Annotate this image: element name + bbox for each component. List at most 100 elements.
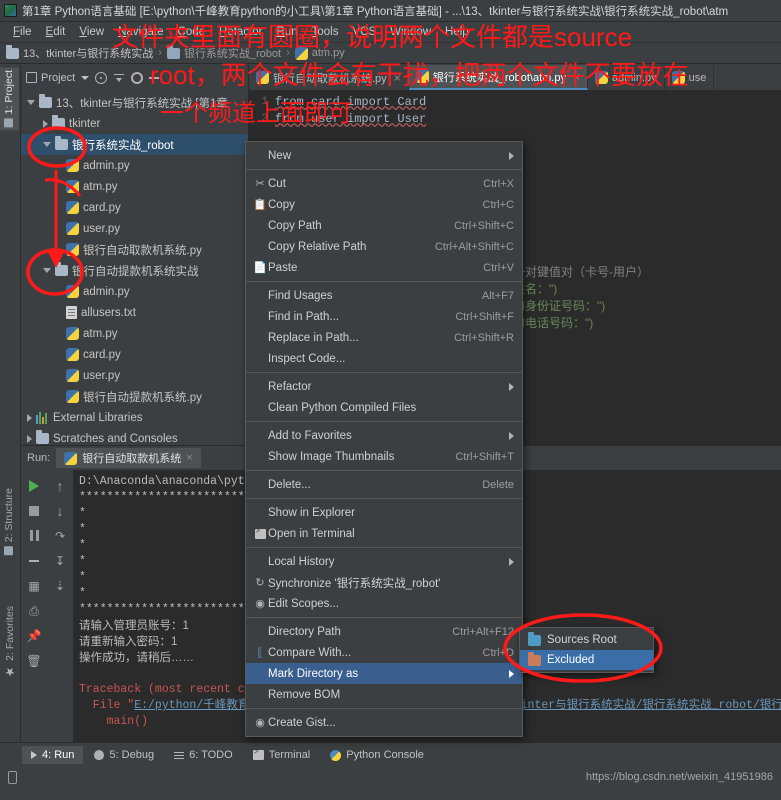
tree-node-file[interactable]: atm.py — [21, 323, 248, 344]
menu-item-create-gist[interactable]: ◉ Create Gist... — [246, 712, 522, 733]
stop-button[interactable] — [21, 498, 47, 523]
menu-item-copy[interactable]: 📋 Copy Ctrl+C — [246, 194, 522, 215]
print-button[interactable]: ⎙ — [21, 598, 47, 623]
collapse-all-icon[interactable] — [113, 72, 125, 84]
menu-item-copy-path[interactable]: Copy Path Ctrl+Shift+C — [246, 215, 522, 236]
chevron-down-icon[interactable] — [43, 142, 51, 147]
tree-node-bank-robot[interactable]: 银行系统实战_robot — [21, 134, 248, 155]
python-file-icon — [66, 243, 79, 256]
tree-node-file[interactable]: card.py — [21, 197, 248, 218]
pycharm-icon — [4, 4, 17, 17]
scope-icon: ◉ — [255, 598, 265, 610]
tree-node-bank-practice[interactable]: 银行自动提款机系统实战 — [21, 260, 248, 281]
scroll-end-button[interactable]: ↧ — [47, 548, 73, 573]
tree-node-file[interactable]: admin.py — [21, 155, 248, 176]
run-tab[interactable]: 银行自动取款机系统 × — [56, 448, 201, 468]
menu-item-local-history[interactable]: Local History — [246, 551, 522, 572]
tree-node-file[interactable]: 银行自动提款机系统.py — [21, 386, 248, 407]
pause-button[interactable] — [21, 523, 47, 548]
menu-file[interactable]: File — [6, 24, 39, 40]
status-tab-terminal[interactable]: Terminal — [244, 746, 320, 764]
menu-item-synchronize[interactable]: ↻ Synchronize '银行系统实战_robot' — [246, 572, 522, 593]
menu-separator — [246, 708, 522, 709]
menu-separator — [246, 372, 522, 373]
menu-view[interactable]: View — [72, 24, 111, 40]
menu-item-directory-path[interactable]: Directory Path Ctrl+Alt+F12 — [246, 621, 522, 642]
tree-node-file[interactable]: admin.py — [21, 281, 248, 302]
trash-button[interactable]: 🗑 — [21, 648, 47, 673]
rerun-button[interactable] — [21, 473, 47, 498]
device-icon[interactable] — [8, 771, 17, 784]
menu-separator — [246, 498, 522, 499]
target-icon[interactable] — [95, 71, 108, 84]
submenu-item-sources-root[interactable]: Sources Root — [520, 630, 653, 650]
menu-item-cut[interactable]: ✂ Cut Ctrl+X — [246, 173, 522, 194]
soft-wrap-icon: ↷ — [54, 528, 66, 543]
chevron-right-icon[interactable] — [27, 413, 32, 422]
menu-item-find-in-path[interactable]: Find in Path... Ctrl+Shift+F — [246, 306, 522, 327]
menu-item-shortcut: Alt+F7 — [481, 289, 514, 302]
dash-button[interactable] — [21, 548, 47, 573]
chevron-down-icon[interactable] — [43, 268, 51, 273]
tree-node-file[interactable]: atm.py — [21, 176, 248, 197]
menu-item-copy-relative-path[interactable]: Copy Relative Path Ctrl+Alt+Shift+C — [246, 236, 522, 257]
status-tab-python-console[interactable]: Python Console — [321, 746, 433, 764]
tree-node-external-libraries[interactable]: External Libraries — [21, 407, 248, 428]
chevron-down-icon[interactable] — [27, 100, 35, 105]
grid-button[interactable]: ▦ — [21, 573, 47, 598]
close-icon[interactable]: × — [186, 452, 192, 464]
menu-item-new[interactable]: New — [246, 145, 522, 166]
tree-node-file[interactable]: 银行自动取款机系统.py — [21, 239, 248, 260]
menu-item-mark-directory-as[interactable]: Mark Directory as — [246, 663, 522, 684]
menu-item-replace-in-path[interactable]: Replace in Path... Ctrl+Shift+R — [246, 327, 522, 348]
submenu-item-excluded[interactable]: Excluded — [520, 650, 653, 670]
tree-node-file[interactable]: card.py — [21, 344, 248, 365]
terminal-icon — [252, 527, 268, 539]
next-occurrence-button[interactable]: ↓ — [47, 498, 73, 523]
sidebar-item-project[interactable]: 1: Project — [0, 67, 19, 131]
sidebar-item-structure[interactable]: 2: Structure — [0, 485, 19, 558]
chevron-right-icon[interactable] — [43, 119, 48, 128]
prev-occurrence-button[interactable]: ↑ — [47, 473, 73, 498]
hide-icon — [29, 559, 39, 562]
tree-node-file[interactable]: user.py — [21, 365, 248, 386]
menu-item-edit-scopes[interactable]: ◉ Edit Scopes... — [246, 593, 522, 614]
tree-label: Scratches and Consoles — [53, 432, 178, 445]
menu-item-inspect-code[interactable]: Inspect Code... — [246, 348, 522, 369]
menu-separator — [246, 547, 522, 548]
tree-label: card.py — [83, 201, 121, 214]
menu-item-clean-python-compiled-files[interactable]: Clean Python Compiled Files — [246, 397, 522, 418]
menu-item-label: Local History — [268, 555, 335, 568]
down-arrow-button[interactable]: ⇣ — [47, 573, 73, 598]
chevron-right-icon — [509, 151, 514, 160]
menu-item-delete[interactable]: Delete... Delete — [246, 474, 522, 495]
menu-item-label: Mark Directory as — [268, 667, 359, 680]
tree-node-file[interactable]: user.py — [21, 218, 248, 239]
chevron-down-icon[interactable] — [81, 75, 90, 80]
sidebar-item-favorites[interactable]: ★ 2: Favorites — [0, 603, 21, 682]
status-tab-todo[interactable]: 6: TODO — [165, 746, 242, 764]
menu-item-open-in-terminal[interactable]: Open in Terminal — [246, 523, 522, 544]
soft-wrap-button[interactable]: ↷ — [47, 523, 73, 548]
menu-item-shortcut: Ctrl+X — [483, 177, 514, 190]
status-tab-debug[interactable]: 5: Debug — [85, 746, 163, 764]
pin-button[interactable]: 📌 — [21, 623, 47, 648]
menu-item-show-image-thumbnails[interactable]: Show Image Thumbnails Ctrl+Shift+T — [246, 446, 522, 467]
mark-directory-submenu: Sources Root Excluded — [519, 627, 654, 673]
menu-item-add-to-favorites[interactable]: Add to Favorites — [246, 425, 522, 446]
menu-item-refactor[interactable]: Refactor — [246, 376, 522, 397]
project-title-group[interactable]: Project — [26, 72, 75, 84]
menu-edit[interactable]: Edit — [39, 24, 73, 40]
gear-icon[interactable] — [131, 71, 144, 84]
menu-item-compare-with[interactable]: ⟦ Compare With... Ctrl+D — [246, 642, 522, 663]
menu-item-remove-bom[interactable]: Remove BOM — [246, 684, 522, 705]
menu-item-paste[interactable]: 📄 Paste Ctrl+V — [246, 257, 522, 278]
menu-separator — [246, 169, 522, 170]
chevron-right-icon[interactable] — [27, 434, 32, 443]
menu-item-show-in-explorer[interactable]: Show in Explorer — [246, 502, 522, 523]
menu-separator — [246, 281, 522, 282]
tree-node-file[interactable]: allusers.txt — [21, 302, 248, 323]
menu-item-find-usages[interactable]: Find Usages Alt+F7 — [246, 285, 522, 306]
tree-label: 银行自动提款机系统.py — [83, 391, 202, 404]
status-tab-run[interactable]: 4: Run — [22, 746, 84, 764]
